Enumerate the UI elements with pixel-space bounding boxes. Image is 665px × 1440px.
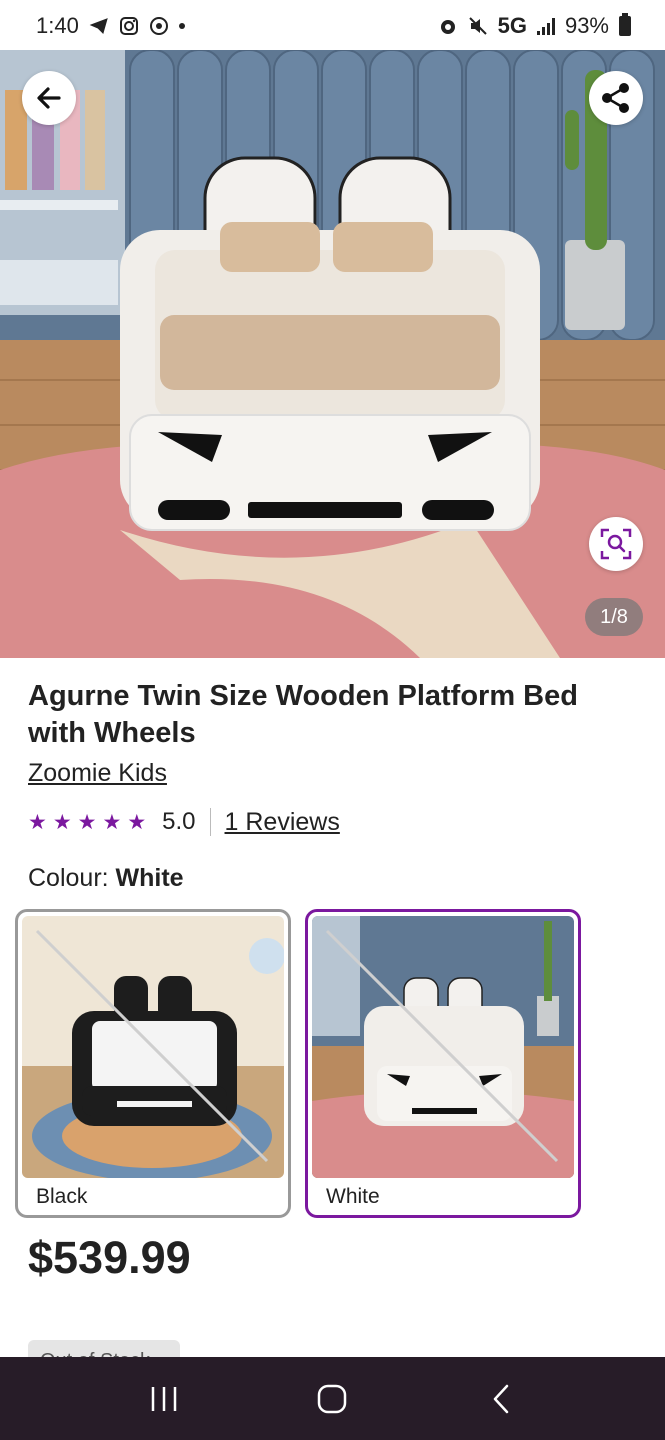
back-icon xyxy=(493,1384,509,1413)
chrome-icon xyxy=(149,17,168,35)
notification-dot-icon xyxy=(178,23,185,29)
alarm-icon xyxy=(440,20,455,34)
status-left: 1:40 xyxy=(36,13,185,39)
product-image-carousel[interactable]: 1/8 xyxy=(0,50,665,658)
signal-icon xyxy=(536,17,555,35)
swatch-image-black xyxy=(22,916,284,1178)
star-icon: ★ xyxy=(77,810,97,834)
network-type: 5G xyxy=(497,13,527,38)
back-arrow-icon xyxy=(37,87,61,109)
star-icon: ★ xyxy=(28,810,47,834)
product-photo xyxy=(0,50,665,658)
reviews-link[interactable]: 1 Reviews xyxy=(225,808,340,837)
star-icon: ★ xyxy=(52,810,72,834)
share-button[interactable] xyxy=(589,71,643,125)
star-icon: ★ xyxy=(127,810,147,834)
back-button[interactable] xyxy=(22,71,76,125)
product-title: Agurne Twin Size Wooden Platform Bed wit… xyxy=(28,680,578,749)
brand-link[interactable]: Zoomie Kids xyxy=(28,759,167,788)
status-time: 1:40 xyxy=(36,13,79,38)
telegram-icon xyxy=(89,18,108,34)
visual-search-icon xyxy=(600,528,632,560)
home-button[interactable] xyxy=(302,1374,362,1424)
image-counter: 1/8 xyxy=(585,598,643,636)
recent-apps-button[interactable] xyxy=(134,1374,194,1424)
battery-percent: 93% xyxy=(564,13,609,38)
rating-row: ★ ★ ★ ★ ★ 5.0 1 Reviews xyxy=(28,806,340,838)
instagram-icon xyxy=(119,17,138,35)
rating-value: 5.0 xyxy=(162,808,196,835)
visual-search-button[interactable] xyxy=(589,517,643,571)
system-back-button[interactable] xyxy=(471,1374,531,1424)
colour-label-text: Colour: xyxy=(28,864,109,892)
status-right: 5G 93% xyxy=(438,13,631,39)
rating-divider xyxy=(209,808,211,836)
colour-option-label: Black xyxy=(36,1185,88,1208)
colour-option-label: White xyxy=(326,1185,380,1208)
colour-option-black[interactable]: Black xyxy=(15,909,291,1218)
rating-stars: ★ ★ ★ ★ ★ xyxy=(28,810,146,835)
system-nav-bar xyxy=(0,1357,665,1440)
battery-icon xyxy=(619,13,631,36)
colour-option-white[interactable]: White xyxy=(305,909,581,1218)
share-icon xyxy=(602,83,629,113)
recent-apps-icon xyxy=(151,1386,177,1411)
product-price: $539.99 xyxy=(28,1232,191,1283)
mute-icon xyxy=(468,17,487,35)
status-bar: 1:40 5G 93% xyxy=(0,0,665,52)
swatch-image-white xyxy=(312,916,574,1178)
colour-label: Colour: White xyxy=(28,864,184,893)
home-icon xyxy=(318,1384,347,1413)
colour-selected: White xyxy=(115,864,184,892)
star-icon: ★ xyxy=(102,810,122,834)
